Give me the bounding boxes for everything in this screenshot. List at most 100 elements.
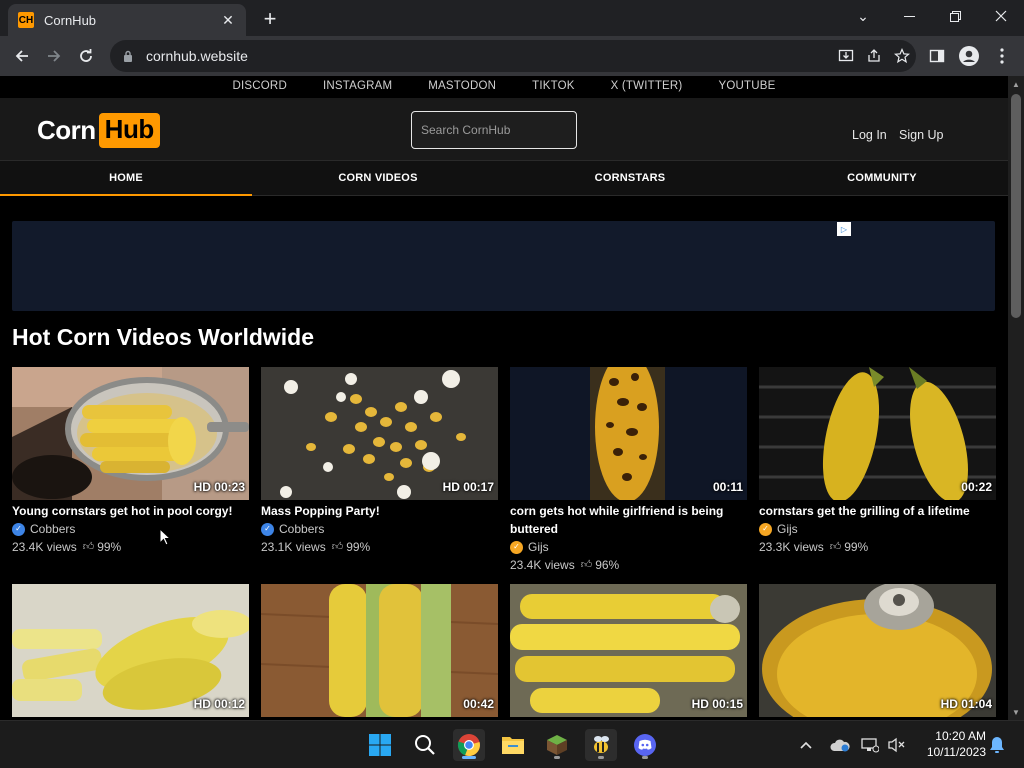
thumbs-up-icon: 👍︎: [829, 541, 842, 553]
reload-button[interactable]: [72, 42, 100, 70]
running-indicator: [554, 756, 560, 759]
video-duration: HD 00:17: [442, 480, 494, 494]
taskbar-bee-app-button[interactable]: [585, 729, 617, 761]
video-card[interactable]: HD 00:15: [510, 584, 747, 717]
video-stats: 23.1K views 👍︎ 99%: [261, 538, 498, 556]
arrow-left-icon: [15, 50, 28, 62]
scroll-up-arrow-icon[interactable]: ▲: [1008, 78, 1024, 90]
notification-bell-icon[interactable]: [987, 735, 1007, 755]
video-uploader[interactable]: ✓ Gijs: [759, 520, 996, 538]
signup-link[interactable]: Sign Up: [899, 129, 943, 142]
taskbar-explorer-button[interactable]: [497, 729, 529, 761]
taskbar-chrome-button[interactable]: [453, 729, 485, 761]
video-title[interactable]: corn gets hot while girlfriend is being …: [510, 502, 747, 538]
taskbar-discord-button[interactable]: [629, 729, 661, 761]
url-text: cornhub.website: [146, 48, 248, 64]
social-link-youtube[interactable]: YOUTUBE: [718, 76, 775, 98]
video-card[interactable]: HD 00:17 Mass Popping Party! ✓ Cobbers 2…: [261, 367, 498, 556]
taskbar-minecraft-button[interactable]: [541, 729, 573, 761]
forward-button[interactable]: [40, 42, 68, 70]
video-thumbnail[interactable]: 00:42: [261, 584, 498, 717]
nav-tab-corn-videos[interactable]: CORN VIDEOS: [252, 161, 504, 195]
uploader-name: Gijs: [528, 540, 549, 554]
search-input[interactable]: [411, 111, 577, 149]
scroll-down-arrow-icon[interactable]: ▼: [1008, 706, 1024, 718]
video-thumbnail[interactable]: 00:11: [510, 367, 747, 500]
video-thumbnail[interactable]: HD 00:15: [510, 584, 747, 717]
video-card[interactable]: 00:22 cornstars get the grilling of a li…: [759, 367, 996, 556]
social-link-tiktok[interactable]: TIKTOK: [532, 76, 575, 98]
thumbs-up-icon: 👍︎: [82, 541, 95, 553]
reload-icon: [80, 49, 92, 62]
video-card[interactable]: HD 00:12: [12, 584, 249, 717]
social-link-instagram[interactable]: INSTAGRAM: [323, 76, 392, 98]
social-link-mastodon[interactable]: MASTODON: [428, 76, 496, 98]
video-thumbnail[interactable]: 00:22: [759, 367, 996, 500]
lock-icon[interactable]: [122, 49, 134, 63]
scrollbar-thumb[interactable]: [1011, 94, 1021, 318]
uploader-name: Cobbers: [279, 522, 325, 536]
login-link[interactable]: Log In: [852, 129, 887, 142]
nav-tab-cornstars[interactable]: CORNSTARS: [504, 161, 756, 195]
rating-percent: 99%: [346, 540, 371, 554]
video-card[interactable]: HD 00:23 Young cornstars get hot in pool…: [12, 367, 249, 556]
video-duration: 00:11: [712, 480, 743, 494]
side-panel-icon[interactable]: [923, 42, 951, 70]
taskbar-search-button[interactable]: [409, 729, 441, 761]
adchoices-icon[interactable]: ▷: [837, 222, 851, 236]
page-scrollbar[interactable]: ▲ ▼: [1008, 76, 1024, 720]
logo-text-hub: Hub: [98, 112, 160, 148]
video-stats: 23.4K views 👍︎ 99%: [12, 538, 249, 556]
network-icon[interactable]: [860, 735, 880, 755]
tab-close-icon[interactable]: ✕: [220, 12, 236, 28]
clock-time: 10:20 AM: [935, 729, 986, 743]
clock-date: 10/11/2023: [926, 745, 986, 759]
view-count: 23.4K views: [12, 540, 77, 554]
taskbar-clock[interactable]: 10:20 AM 10/11/2023: [916, 728, 986, 760]
social-link-discord[interactable]: DISCORD: [233, 76, 287, 98]
volume-muted-icon[interactable]: [886, 735, 906, 755]
site-logo[interactable]: Corn Hub: [37, 111, 160, 149]
share-icon[interactable]: [860, 42, 888, 70]
onedrive-cloud-icon[interactable]: [830, 735, 850, 755]
ad-banner[interactable]: ▷: [12, 221, 995, 311]
bookmark-star-icon[interactable]: [888, 42, 916, 70]
video-uploader[interactable]: ✓ Gijs: [510, 538, 747, 556]
video-card[interactable]: 00:42: [261, 584, 498, 717]
video-thumbnail[interactable]: HD 01:04: [759, 584, 996, 717]
close-window-button[interactable]: [978, 0, 1024, 32]
video-card[interactable]: 00:11 corn gets hot while girlfriend is …: [510, 367, 747, 574]
back-button[interactable]: [8, 42, 36, 70]
video-title[interactable]: Mass Popping Party!: [261, 502, 498, 520]
video-stats: 23.3K views 👍︎ 99%: [759, 538, 996, 556]
menu-kebab-icon[interactable]: [988, 42, 1016, 70]
video-title[interactable]: cornstars get the grilling of a lifetime: [759, 502, 996, 520]
minimize-button[interactable]: [886, 0, 932, 32]
start-button[interactable]: [364, 729, 396, 761]
social-link-x-twitter[interactable]: X (TWITTER): [611, 76, 683, 98]
video-thumbnail[interactable]: HD 00:12: [12, 584, 249, 717]
minimize-icon: [903, 15, 915, 17]
video-title[interactable]: Young cornstars get hot in pool corgy!: [12, 502, 249, 520]
mouse-cursor-icon: [159, 528, 171, 546]
nav-tab-community[interactable]: COMMUNITY: [756, 161, 1008, 195]
video-duration: HD 00:12: [193, 697, 245, 711]
install-app-icon[interactable]: [832, 42, 860, 70]
video-thumbnail[interactable]: HD 00:17: [261, 367, 498, 500]
browser-tab[interactable]: CH CornHub ✕: [8, 4, 246, 36]
video-thumbnail[interactable]: HD 00:23: [12, 367, 249, 500]
tab-search-icon[interactable]: ⌄: [840, 0, 886, 32]
video-card[interactable]: HD 01:04: [759, 584, 996, 717]
restore-button[interactable]: [932, 0, 978, 32]
new-tab-button[interactable]: +: [258, 6, 282, 31]
tray-overflow-chevron-icon[interactable]: [796, 735, 816, 755]
windows-taskbar: 10:20 AM 10/11/2023: [0, 720, 1024, 768]
video-duration: HD 00:15: [691, 697, 743, 711]
nav-tab-home[interactable]: HOME: [0, 161, 252, 196]
address-bar[interactable]: cornhub.website: [110, 40, 916, 72]
restore-icon: [949, 10, 961, 22]
profile-avatar-icon[interactable]: [955, 42, 983, 70]
video-uploader[interactable]: ✓ Cobbers: [261, 520, 498, 538]
video-uploader[interactable]: ✓ Cobbers: [12, 520, 249, 538]
video-stats: 23.4K views 👍︎ 96%: [510, 556, 747, 574]
